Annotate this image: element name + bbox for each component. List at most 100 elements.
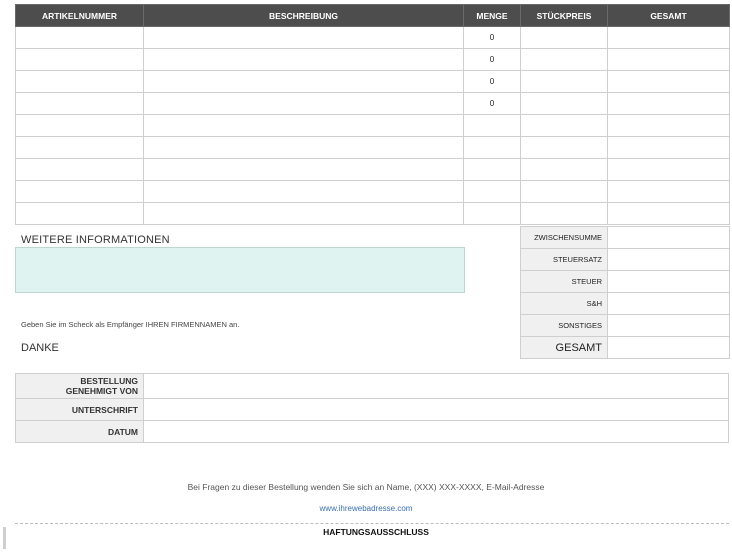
line-total-cell[interactable] [607,158,730,181]
table-row [15,136,730,159]
description-cell[interactable] [143,136,464,159]
article-number-cell[interactable] [15,202,144,225]
line-total-cell[interactable] [607,114,730,137]
signature-label: UNTERSCHRIFT [15,398,144,421]
description-cell[interactable] [143,48,464,71]
unit-price-cell[interactable] [520,136,608,159]
description-cell[interactable] [143,180,464,203]
summary-row-taxrate: STEUERSATZ [520,248,730,271]
unit-price-cell[interactable] [520,158,608,181]
disclaimer-heading: HAFTUNGSAUSSCHLUSS [323,527,429,537]
unit-price-cell[interactable] [520,48,608,71]
table-row [15,158,730,181]
grand-total-label: GESAMT [520,336,608,359]
tax-label: STEUER [520,270,608,293]
date-field[interactable] [143,420,729,443]
subtotal-label: ZWISCHENSUMME [520,226,608,249]
summary-row-tax: STEUER [520,270,730,293]
approved-by-field[interactable] [143,373,729,399]
article-number-cell[interactable] [15,136,144,159]
line-total-cell[interactable] [607,48,730,71]
unit-price-cell[interactable] [520,26,608,49]
line-total-cell[interactable] [607,136,730,159]
summary-row-other: SONSTIGES [520,314,730,337]
approved-by-label-line1: BESTELLUNG [80,376,138,386]
article-number-cell[interactable] [15,70,144,93]
thanks-text: DANKE [21,342,59,354]
unit-price-cell[interactable] [520,70,608,93]
article-number-cell[interactable] [15,92,144,115]
other-value[interactable] [607,314,730,337]
table-row: 0 [15,70,730,93]
unit-price-cell[interactable] [520,180,608,203]
line-total-cell[interactable] [607,70,730,93]
description-cell[interactable] [143,92,464,115]
quantity-cell[interactable]: 0 [463,48,521,71]
additional-info-title: WEITERE INFORMATIONEN [21,234,170,246]
signature-field[interactable] [143,398,729,421]
summary-row-total: GESAMT [520,336,730,359]
shipping-value[interactable] [607,292,730,315]
table-row [15,180,730,203]
additional-info-field[interactable] [15,247,465,293]
table-row: 0 [15,48,730,71]
taxrate-value[interactable] [607,248,730,271]
approval-table: BESTELLUNG GENEHMIGT VON UNTERSCHRIFT DA… [15,373,729,443]
order-items-table: ARTIKELNUMMER BESCHREIBUNG MENGE STÜCKPR… [15,4,730,225]
summary-row-shipping: S&H [520,292,730,315]
table-header-row: ARTIKELNUMMER BESCHREIBUNG MENGE STÜCKPR… [15,4,730,27]
table-row: 0 [15,26,730,49]
other-label: SONSTIGES [520,314,608,337]
unit-price-cell[interactable] [520,114,608,137]
article-number-cell[interactable] [15,158,144,181]
line-total-cell[interactable] [607,202,730,225]
approval-row-signature: UNTERSCHRIFT [15,398,729,421]
article-number-cell[interactable] [15,114,144,137]
header-total: GESAMT [607,4,730,27]
article-number-cell[interactable] [15,180,144,203]
grand-total-value[interactable] [607,336,730,359]
check-payee-note: Geben Sie im Scheck als Empfänger IHREN … [21,320,240,329]
header-description: BESCHREIBUNG [143,4,464,27]
contact-note: Bei Fragen zu dieser Bestellung wenden S… [187,482,545,492]
description-cell[interactable] [143,202,464,225]
description-cell[interactable] [143,26,464,49]
header-quantity: MENGE [463,4,521,27]
quantity-cell[interactable] [463,114,521,137]
table-row [15,114,730,137]
table-body: 0000 [15,26,730,225]
description-cell[interactable] [143,158,464,181]
line-total-cell[interactable] [607,180,730,203]
quantity-cell[interactable]: 0 [463,70,521,93]
header-unit-price: STÜCKPREIS [520,4,608,27]
dashed-divider [15,523,729,524]
quantity-cell[interactable] [463,202,521,225]
unit-price-cell[interactable] [520,202,608,225]
article-number-cell[interactable] [15,48,144,71]
table-row: 0 [15,92,730,115]
date-label: DATUM [15,420,144,443]
article-number-cell[interactable] [15,26,144,49]
approved-by-label: BESTELLUNG GENEHMIGT VON [15,373,144,399]
quantity-cell[interactable]: 0 [463,92,521,115]
website-link[interactable]: www.ihrewebadresse.com [0,504,732,513]
table-row [15,202,730,225]
unit-price-cell[interactable] [520,92,608,115]
quantity-cell[interactable] [463,136,521,159]
taxrate-label: STEUERSATZ [520,248,608,271]
summary-row-subtotal: ZWISCHENSUMME [520,226,730,249]
description-cell[interactable] [143,114,464,137]
approval-row-date: DATUM [15,420,729,443]
approved-by-label-line2: GENEHMIGT VON [65,386,138,396]
quantity-cell[interactable]: 0 [463,26,521,49]
shipping-label: S&H [520,292,608,315]
line-total-cell[interactable] [607,26,730,49]
description-cell[interactable] [143,70,464,93]
quantity-cell[interactable] [463,158,521,181]
tax-value[interactable] [607,270,730,293]
approval-row-approved-by: BESTELLUNG GENEHMIGT VON [15,373,729,399]
quantity-cell[interactable] [463,180,521,203]
line-total-cell[interactable] [607,92,730,115]
subtotal-value[interactable] [607,226,730,249]
summary-table: ZWISCHENSUMME STEUERSATZ STEUER S&H SONS… [520,226,730,359]
